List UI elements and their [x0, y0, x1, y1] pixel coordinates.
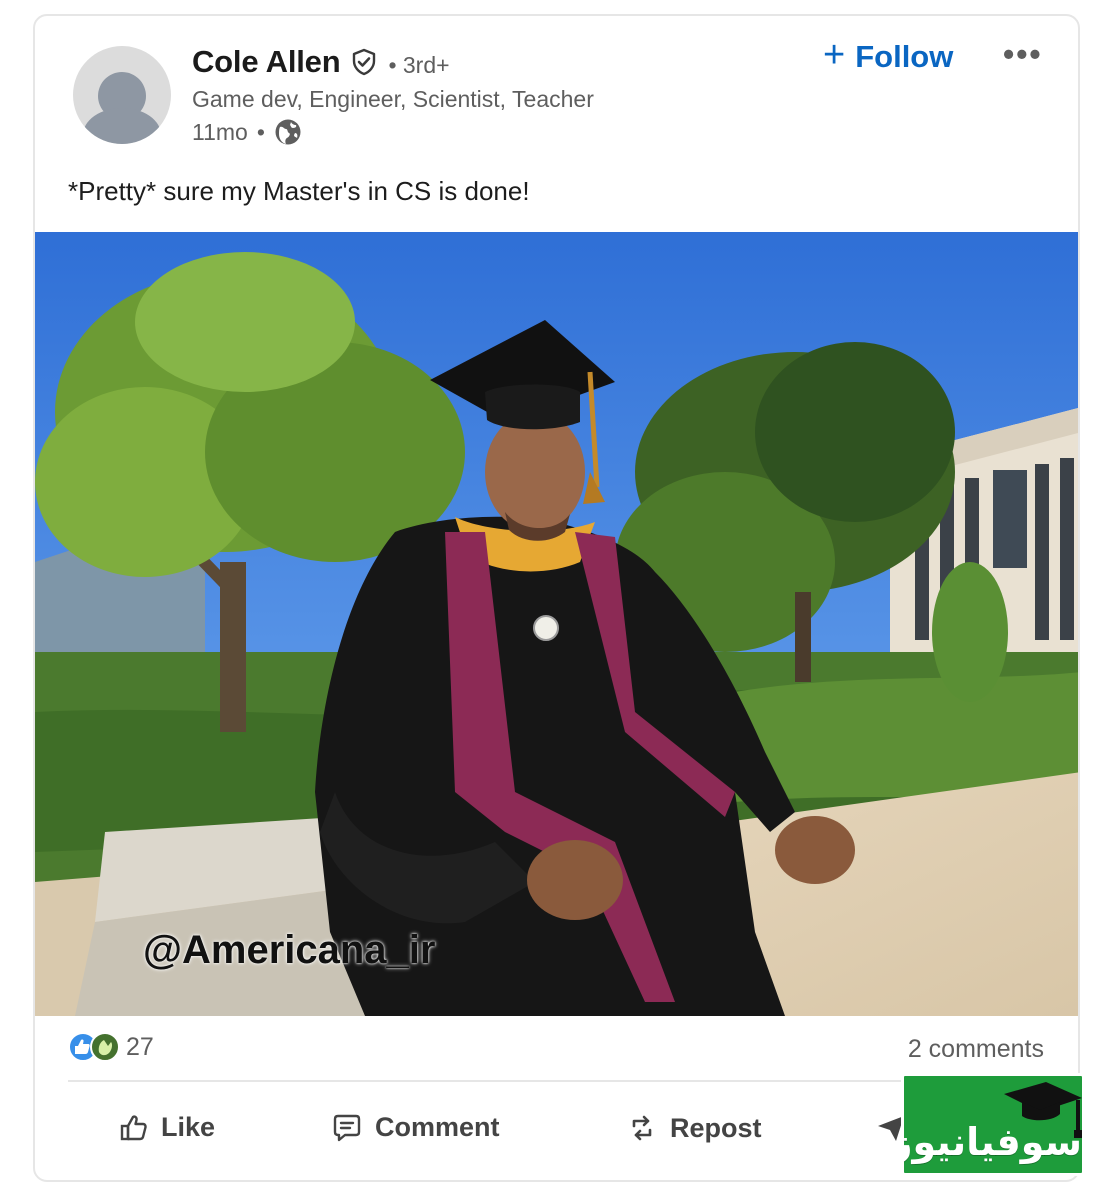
repost-label: Repost: [670, 1112, 762, 1143]
globe-icon: [275, 119, 301, 145]
like-label: Like: [161, 1112, 216, 1142]
actions-divider: [68, 1080, 1045, 1082]
comment-label: Comment: [375, 1112, 500, 1142]
degree-label: 3rd+: [402, 51, 450, 78]
logo-text: سوفیانیوز: [901, 1120, 1082, 1164]
thumbs-up-icon: [120, 1114, 147, 1140]
author-name-row: Cole Allen • 3rd+: [192, 44, 450, 80]
degree-separator: •: [388, 51, 397, 78]
reaction-count: 27: [126, 1032, 154, 1061]
post-text: *Pretty* sure my Master's in CS is done!: [68, 176, 530, 206]
follow-label: Follow: [855, 39, 954, 74]
image-watermark: @Americana_ir: [143, 928, 436, 972]
verified-shield-icon: [353, 48, 376, 76]
post-image[interactable]: @Americana_ir: [35, 232, 1078, 1016]
author-avatar[interactable]: [73, 46, 171, 144]
comments-count[interactable]: 2 comments: [908, 1035, 1044, 1064]
avatar-body: [83, 108, 161, 144]
reactions-summary[interactable]: 27: [68, 1032, 154, 1062]
sofianews-logo: سوفیانیوز: [901, 1073, 1085, 1176]
post-card: Cole Allen • 3rd+ Game dev, Engineer, Sc…: [33, 14, 1080, 1182]
meta-separator: •: [256, 118, 265, 145]
like-button[interactable]: Like: [119, 1112, 215, 1143]
graduation-photo: [35, 232, 1078, 1016]
comment-icon: [333, 1114, 361, 1141]
follow-button[interactable]: + Follow: [823, 34, 954, 76]
post-meta: 11mo •: [192, 118, 302, 146]
repost-icon: [632, 1115, 652, 1141]
more-options-button[interactable]: •••: [1003, 36, 1043, 73]
celebrate-reaction-icon: [90, 1032, 120, 1062]
author-headline: Game dev, Engineer, Scientist, Teacher: [192, 86, 594, 112]
author-name[interactable]: Cole Allen: [192, 44, 341, 80]
post-time: 11mo: [192, 118, 248, 145]
connection-degree: • 3rd+: [388, 52, 449, 79]
repost-button[interactable]: Repost: [626, 1112, 762, 1144]
comment-button[interactable]: Comment: [331, 1112, 500, 1143]
plus-icon: +: [823, 34, 846, 76]
